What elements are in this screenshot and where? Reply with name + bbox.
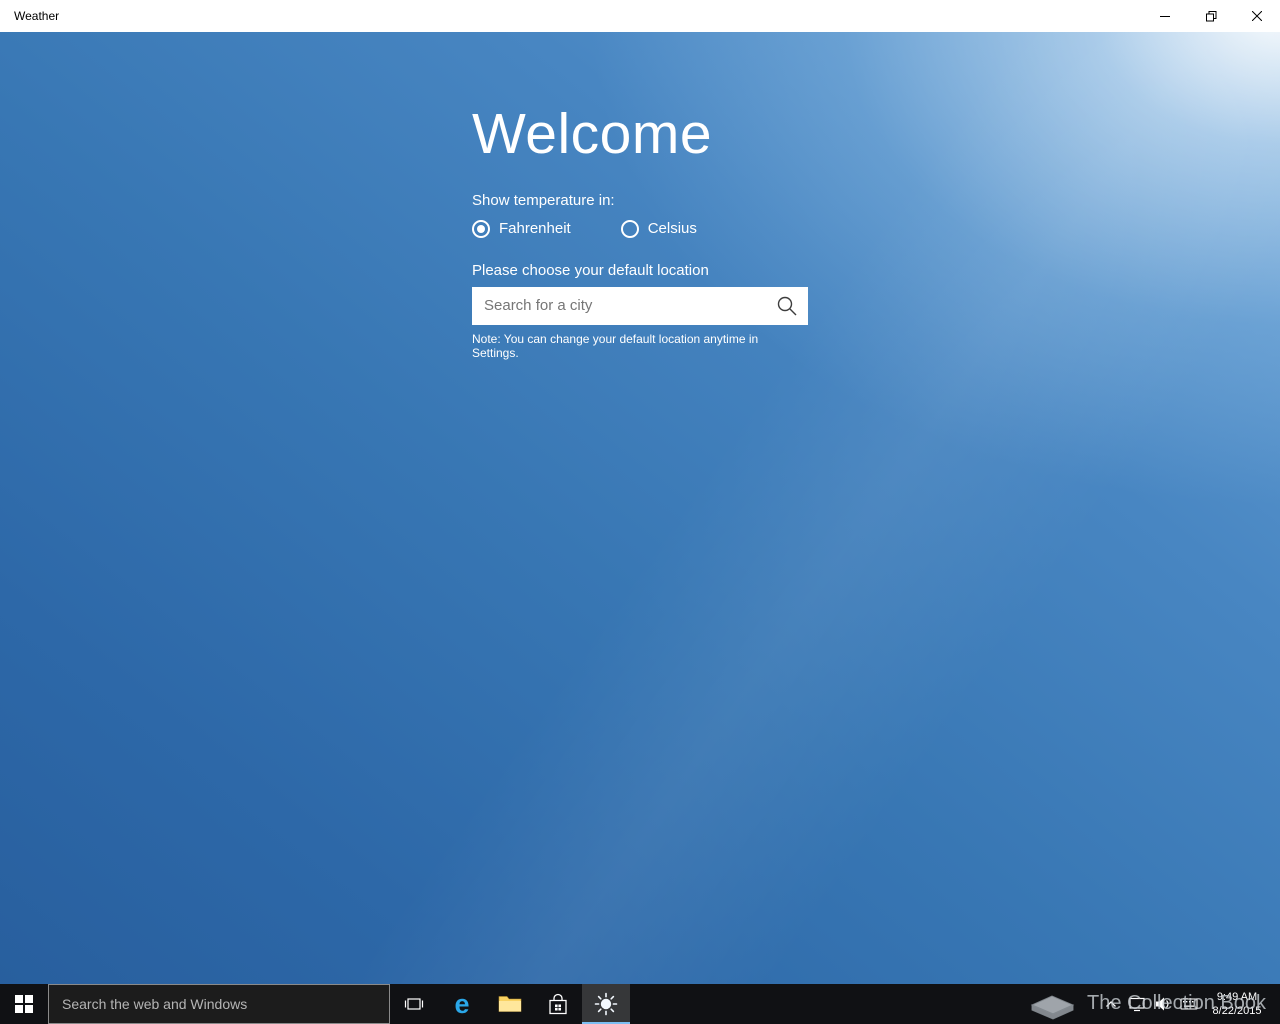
temperature-label: Show temperature in: [472,191,615,209]
city-search-input[interactable] [472,286,766,325]
window-title: Weather [14,9,60,23]
task-view-button[interactable] [390,984,438,1024]
taskbar-search[interactable] [48,984,390,1024]
welcome-panel: Welcome Show temperature in: Fahrenheit … [472,102,808,360]
clock-date: 8/22/2015 [1212,1005,1262,1017]
minimize-icon [1160,16,1170,17]
taskbar: e [0,984,1280,1024]
close-button[interactable] [1234,0,1280,32]
task-view-icon [404,998,424,1010]
taskbar-search-input[interactable] [49,985,389,1023]
close-icon [1252,11,1262,21]
tray-overflow-button[interactable] [1098,984,1124,1024]
restore-icon [1205,10,1216,21]
screen: Weather Welcome Show temperature in: Fah… [0,0,1280,1024]
location-label: Please choose your default location [472,261,709,279]
restore-button[interactable] [1188,0,1234,32]
radio-celsius-circle[interactable] [620,219,639,238]
touch-keyboard-button[interactable] [1176,984,1202,1024]
unit-radio-group: Fahrenheit Celsius [472,219,808,238]
volume-button[interactable] [1150,984,1176,1024]
city-search-field [472,286,808,325]
edge-button[interactable]: e [438,984,486,1024]
clock-time: 9:49 AM [1216,991,1258,1003]
weather-app-button[interactable] [582,984,630,1024]
network-icon [1129,997,1145,1012]
city-search-button[interactable] [766,287,808,325]
store-bag-icon [549,993,567,1014]
radio-fahrenheit[interactable]: Fahrenheit [472,219,571,238]
sun-icon [594,992,618,1016]
chevron-up-icon [1106,1001,1116,1007]
weather-app-canvas: Welcome Show temperature in: Fahrenheit … [0,32,1280,984]
minimize-button[interactable] [1142,0,1188,32]
radio-fahrenheit-circle[interactable] [472,219,490,238]
windows-logo-icon [15,995,33,1013]
store-button[interactable] [534,984,582,1024]
network-button[interactable] [1124,984,1150,1024]
radio-celsius[interactable]: Celsius [620,219,697,238]
welcome-heading: Welcome [472,102,713,166]
edge-icon: e [454,988,470,1019]
window-controls [1142,0,1280,32]
touch-keyboard-icon [1180,998,1198,1010]
folder-icon [498,996,522,1012]
settings-note: Note: You can change your default locati… [472,331,759,360]
radio-fahrenheit-label: Fahrenheit [499,220,571,238]
clock[interactable]: 9:49 AM 8/22/2015 [1202,990,1272,1018]
start-button[interactable] [0,984,48,1024]
search-icon [777,296,797,316]
file-explorer-button[interactable] [486,984,534,1024]
system-tray: 9:49 AM 8/22/2015 [1098,984,1280,1024]
speaker-icon [1156,997,1169,1011]
title-bar: Weather [0,0,1280,32]
radio-celsius-label: Celsius [647,220,697,238]
